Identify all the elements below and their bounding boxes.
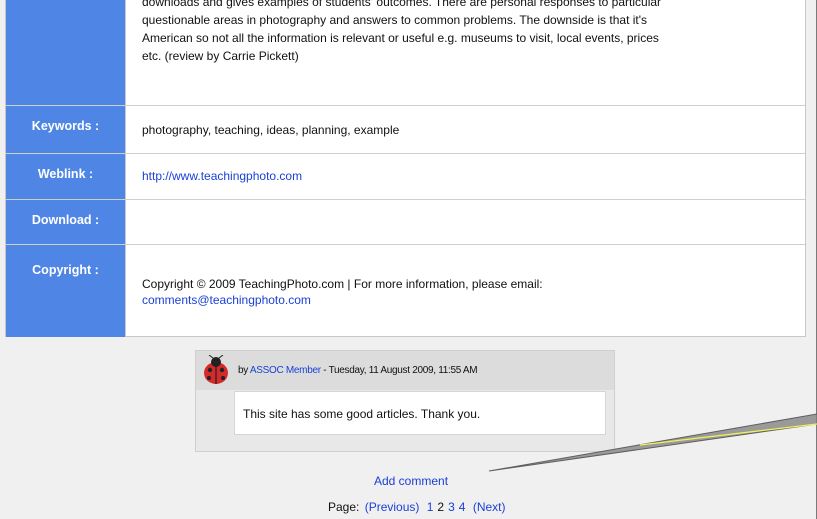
comment-body: This site has some good articles. Thank …	[234, 391, 606, 435]
description-line: American so not all the information is r…	[142, 31, 659, 45]
comment-text: This site has some good articles. Thank …	[243, 407, 481, 421]
copyright-line: Copyright © 2009 TeachingPhoto.com | For…	[142, 277, 543, 291]
description-line: downloads and gives examples of students…	[142, 0, 662, 9]
ladybug-icon	[204, 355, 228, 384]
copyright-email-link[interactable]: comments@teachingphoto.com	[142, 293, 311, 307]
weblink-link[interactable]: http://www.teachingphoto.com	[142, 169, 302, 183]
comment-header: by ASSOC Member - Tuesday, 11 August 200…	[196, 351, 614, 390]
pager-page-1[interactable]: 1	[427, 500, 434, 514]
resource-details-table: downloads and gives examples of students…	[5, 0, 806, 337]
comment-author-link[interactable]: ASSOC Member	[250, 365, 321, 376]
pager-page-3[interactable]: 3	[448, 500, 455, 514]
description-label-cell	[6, 0, 126, 105]
description-line: etc. (review by Carrie Pickett)	[142, 49, 299, 63]
download-label: Download :	[6, 200, 126, 244]
pager-label: Page:	[328, 500, 360, 514]
pager-previous[interactable]: (Previous)	[365, 500, 420, 514]
pager-page-4[interactable]: 4	[459, 500, 466, 514]
copyright-text: Copyright © 2009 TeachingPhoto.com | For…	[142, 276, 793, 308]
pager-page-2-current: 2	[437, 500, 445, 514]
comment-meta: by ASSOC Member - Tuesday, 11 August 200…	[238, 365, 478, 376]
add-comment-link[interactable]: Add comment	[374, 474, 448, 488]
comment-date: - Tuesday, 11 August 2009, 11:55 AM	[323, 365, 478, 376]
pager-next[interactable]: (Next)	[473, 500, 506, 514]
keywords-value: photography, teaching, ideas, planning, …	[142, 123, 400, 137]
comment-block: by ASSOC Member - Tuesday, 11 August 200…	[195, 350, 615, 452]
description-row: downloads and gives examples of students…	[6, 0, 805, 106]
copyright-label: Copyright :	[6, 245, 126, 337]
keywords-row: Keywords : photography, teaching, ideas,…	[6, 106, 805, 154]
weblink-row: Weblink : http://www.teachingphoto.com	[6, 154, 805, 200]
description-line: questionable areas in photography and an…	[142, 13, 648, 27]
weblink-label: Weblink :	[6, 154, 126, 199]
description-text: downloads and gives examples of students…	[142, 0, 793, 65]
comment-by: by	[238, 365, 248, 376]
pagination: Page: (Previous) 1234 (Next)	[328, 500, 508, 514]
keywords-label: Keywords :	[6, 106, 126, 153]
download-row: Download :	[6, 200, 805, 245]
copyright-row: Copyright : Copyright © 2009 TeachingPho…	[6, 245, 805, 337]
